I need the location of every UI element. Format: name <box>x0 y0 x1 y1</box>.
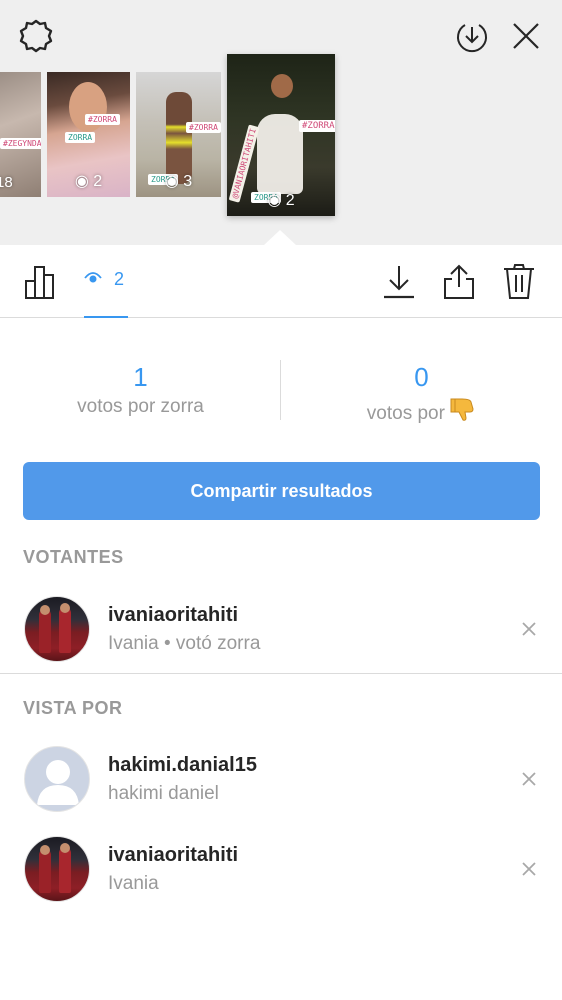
avatar[interactable] <box>24 836 90 902</box>
thumbnail-view-value: 3 <box>183 173 193 190</box>
viewer-username[interactable]: hakimi.danial15 <box>108 754 257 777</box>
voter-row[interactable]: ivaniaoritahiti Ivania • votó zorra <box>0 596 562 670</box>
viewer-row[interactable]: ivaniaoritahiti Ivania <box>0 836 562 910</box>
thumbs-down-icon <box>450 396 476 428</box>
viewers-heading: VISTA POR <box>23 698 123 718</box>
default-avatar-icon <box>37 760 79 805</box>
share-results-button[interactable]: Compartir resultados <box>23 462 540 520</box>
voter-username[interactable]: ivaniaoritahiti <box>108 604 238 627</box>
selected-pointer <box>264 230 296 245</box>
story-preview-area: #ZEGYNDA 18 #ZORRA ZORRA ◉ 2 #ZORRA ZORR… <box>0 0 562 245</box>
thumbnail-tag: #ZORRA <box>299 120 335 132</box>
poll-right-label: votos por <box>366 403 445 424</box>
thumbnail-view-count: 18 <box>0 174 13 191</box>
eye-icon: ◉ <box>74 173 94 190</box>
remove-icon[interactable] <box>514 854 544 884</box>
viewer-username[interactable]: ivaniaoritahiti <box>108 844 238 867</box>
avatar-photo-detail <box>39 849 51 893</box>
thumbnail-tag: #ZEGYNDA <box>0 138 41 149</box>
eye-icon <box>84 269 102 290</box>
thumbnail-view-value: 2 <box>285 192 295 209</box>
voters-heading: VOTANTES <box>23 547 124 567</box>
viewer-subtitle: Ivania <box>108 873 159 894</box>
eye-icon: ◉ <box>164 173 184 190</box>
avatar[interactable] <box>24 746 90 812</box>
avatar-photo-detail <box>40 845 50 855</box>
download-icon[interactable] <box>377 260 421 304</box>
thumbnail-view-count: ◉ 3 <box>136 171 221 191</box>
viewer-row[interactable]: hakimi.danial15 hakimi daniel <box>0 746 562 820</box>
thumbnail-view-value: 2 <box>93 173 103 190</box>
avatar-photo-detail <box>40 605 50 615</box>
stats-icon[interactable] <box>20 260 64 304</box>
eye-icon: ◉ <box>267 192 286 209</box>
close-icon[interactable] <box>504 14 548 58</box>
view-count-label: 2 <box>114 269 125 289</box>
voter-subtitle: Ivania • votó zorra <box>108 633 261 654</box>
thumbnail-view-count: ◉ 2 <box>227 190 335 210</box>
thumbnail-tag: #ZORRA <box>85 114 120 125</box>
poll-right-label-wrap: votos por <box>281 396 562 428</box>
remove-icon[interactable] <box>514 614 544 644</box>
active-tab-indicator <box>84 316 128 318</box>
avatar-photo-detail <box>60 843 70 853</box>
story-thumbnail-3[interactable]: #ZORRA ZORRA ◉ 3 <box>136 72 221 197</box>
thumbnail-tag: ZORRA <box>65 132 96 143</box>
remove-icon[interactable] <box>514 764 544 794</box>
avatar-photo-detail <box>39 609 51 653</box>
story-thumbnail-1[interactable]: #ZEGYNDA 18 <box>0 72 41 197</box>
section-divider <box>0 673 562 674</box>
thumbnail-photo-figure <box>257 114 303 194</box>
trash-icon[interactable] <box>497 260 541 304</box>
poll-right-count: 0 <box>414 362 429 392</box>
view-count-tab[interactable]: 2 <box>84 269 124 290</box>
poll-option-left: 1 votos por zorra <box>0 360 281 418</box>
story-thumbnail-selected[interactable]: #ZORRA @VANIAORITAHITI ZORRA ◉ 2 <box>227 54 335 216</box>
poll-left-count: 1 <box>133 362 148 392</box>
thumbnail-view-count: ◉ 2 <box>47 171 130 191</box>
story-toolbar: 2 <box>0 245 562 318</box>
thumbnail-tag: #ZORRA <box>186 122 221 133</box>
avatar-photo-detail <box>60 603 70 613</box>
poll-option-right: 0 votos por <box>281 360 562 428</box>
thumbnail-photo <box>271 74 293 98</box>
download-circle-icon[interactable] <box>450 14 494 58</box>
story-thumbnail-2[interactable]: #ZORRA ZORRA ◉ 2 <box>47 72 130 197</box>
avatar[interactable] <box>24 596 90 662</box>
avatar-photo-detail <box>59 607 71 653</box>
settings-gear-icon[interactable] <box>14 14 58 58</box>
viewer-subtitle: hakimi daniel <box>108 783 219 804</box>
avatar-photo-detail <box>59 847 71 893</box>
poll-left-label: votos por zorra <box>77 396 204 417</box>
share-icon[interactable] <box>437 260 481 304</box>
poll-results: 1 votos por zorra 0 votos por <box>0 340 562 440</box>
